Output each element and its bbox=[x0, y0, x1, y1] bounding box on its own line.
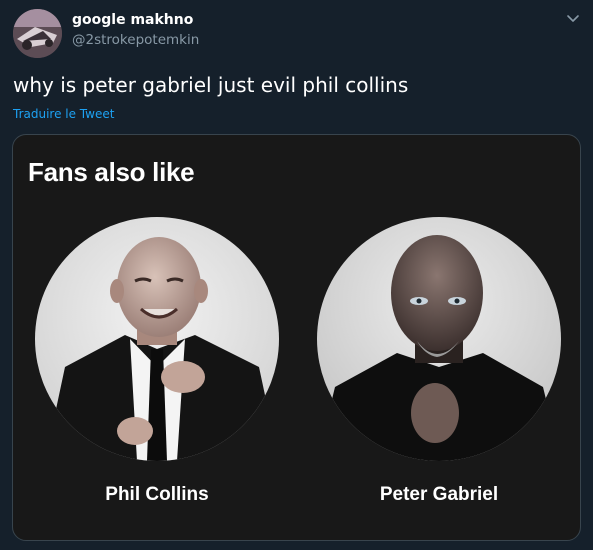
tweet-text: why is peter gabriel just evil phil coll… bbox=[13, 73, 409, 97]
avatar[interactable] bbox=[13, 9, 62, 58]
artist-name: Peter Gabriel bbox=[379, 484, 499, 505]
user-handle[interactable]: @2strokepotemkin bbox=[72, 32, 199, 48]
artist-photo-phil-collins bbox=[35, 217, 279, 461]
artist-name: Phil Collins bbox=[105, 484, 209, 505]
display-name[interactable]: google makhno bbox=[72, 12, 193, 28]
translate-tweet-link[interactable]: Traduire le Tweet bbox=[13, 107, 114, 121]
artist-photo-peter-gabriel bbox=[317, 217, 561, 461]
chevron-down-icon[interactable] bbox=[563, 8, 583, 28]
tweet-image[interactable]: Fans also like Phil Collins Peter Gabrie… bbox=[12, 134, 581, 541]
card-title: Fans also like bbox=[28, 157, 195, 187]
